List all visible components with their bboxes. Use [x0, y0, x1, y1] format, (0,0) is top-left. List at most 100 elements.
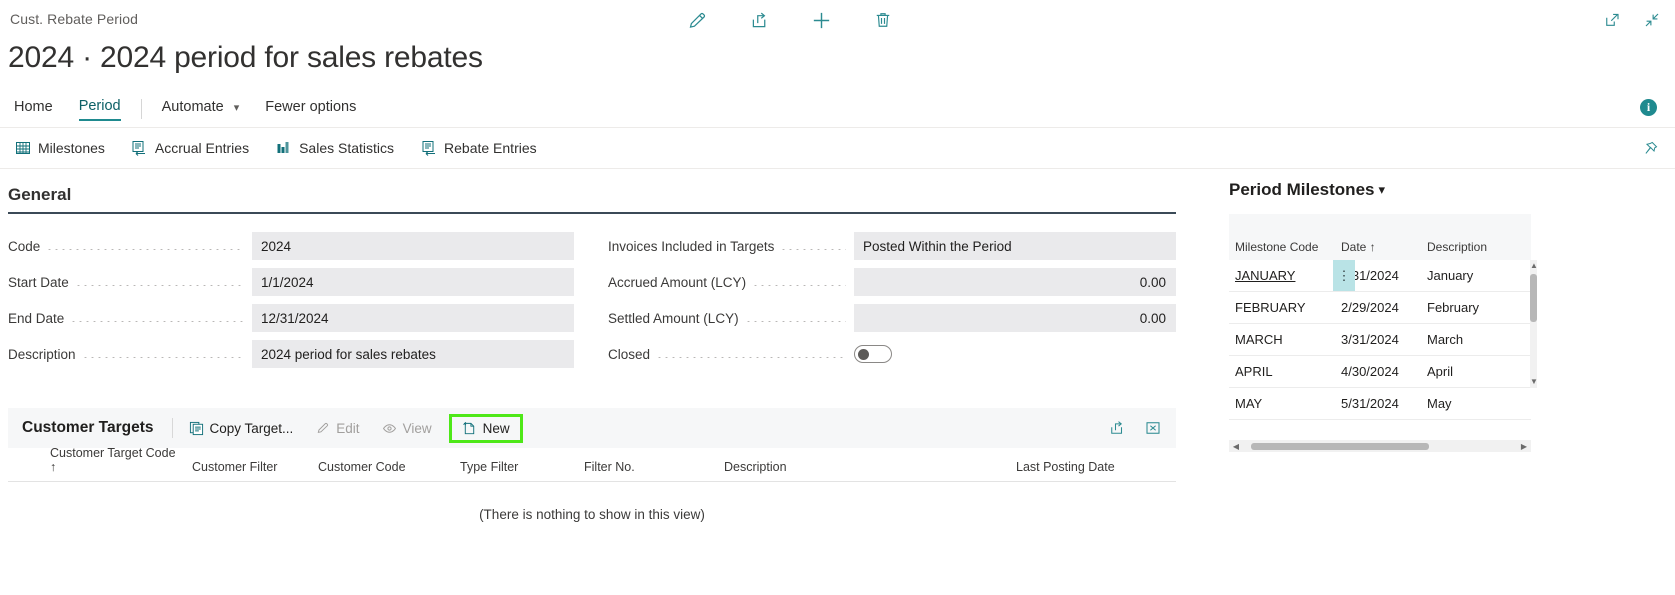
open-in-excel-icon[interactable] — [1144, 419, 1162, 442]
field-code: Code 2024 — [8, 228, 574, 264]
column-header-description[interactable]: Description — [724, 460, 1016, 474]
milestone-code-cell[interactable]: FEBRUARY — [1229, 300, 1341, 315]
record-action-icons — [680, 0, 900, 40]
field-settled-amount-value[interactable]: 0.00 — [854, 304, 1176, 332]
open-in-new-window-icon[interactable] — [1601, 9, 1623, 31]
scrollbar-thumb[interactable] — [1530, 274, 1537, 322]
field-description-value[interactable]: 2024 period for sales rebates — [252, 340, 574, 368]
field-end-date: End Date 12/31/2024 — [8, 300, 574, 336]
column-header-customer-filter[interactable]: Customer Filter — [192, 460, 318, 474]
field-invoices-included-value[interactable]: Posted Within the Period — [854, 232, 1176, 260]
ribbon-action-milestones-label: Milestones — [38, 140, 105, 156]
milestone-description-cell: May — [1427, 396, 1452, 411]
milestone-description-cell: March — [1427, 332, 1464, 347]
pin-icon[interactable] — [1642, 140, 1659, 162]
field-settled-amount: Settled Amount (LCY) 0.00 — [608, 300, 1176, 336]
field-closed-toggle-wrap — [854, 345, 1176, 363]
scroll-down-icon[interactable]: ▼ — [1530, 376, 1538, 388]
customer-targets-toolbar-right — [1108, 419, 1162, 442]
milestone-code-cell[interactable]: MAY — [1229, 396, 1341, 411]
milestone-description-cell: January — [1427, 268, 1474, 283]
ribbon-action-accrual-entries[interactable]: Accrual Entries — [131, 140, 249, 157]
scroll-up-icon[interactable]: ▲ — [1530, 260, 1538, 272]
share-icon[interactable] — [742, 3, 776, 37]
milestone-row[interactable]: JANUARY ⋮ 1/31/2024 January — [1229, 260, 1531, 292]
closed-toggle[interactable] — [854, 345, 892, 363]
collapse-icon[interactable] — [1641, 9, 1663, 31]
milestones-vertical-scrollbar[interactable]: ▲ ▼ — [1530, 260, 1538, 388]
new-button[interactable]: New — [448, 413, 523, 443]
customer-targets-section: Customer Targets Copy Target... Edit Vie… — [8, 408, 1176, 546]
field-end-date-label: End Date — [8, 310, 65, 326]
bar-chart-icon — [275, 140, 292, 157]
milestone-code-cell[interactable]: MARCH — [1229, 332, 1341, 347]
row-menu-icon[interactable]: ⋮ — [1333, 260, 1355, 291]
copy-target-label: Copy Target... — [209, 420, 294, 436]
scroll-left-icon[interactable]: ◀ — [1229, 442, 1243, 451]
view-button[interactable]: View — [382, 421, 432, 436]
tab-home[interactable]: Home — [14, 99, 53, 120]
field-start-date: Start Date 1/1/2024 — [8, 264, 574, 300]
copy-icon — [189, 421, 204, 436]
info-badge[interactable]: i — [1640, 99, 1657, 116]
toggle-knob — [858, 349, 869, 360]
dot-leader — [70, 320, 244, 322]
field-closed: Closed — [608, 336, 1176, 372]
customer-targets-empty-message: (There is nothing to show in this view) — [479, 506, 705, 522]
copy-target-button[interactable]: Copy Target... — [189, 420, 294, 436]
chevron-down-icon: ▾ — [1378, 182, 1386, 197]
column-header-type-filter[interactable]: Type Filter — [460, 460, 584, 474]
share-icon[interactable] — [1108, 419, 1126, 442]
scrollbar-thumb[interactable] — [1251, 443, 1429, 450]
milestone-row[interactable]: FEBRUARY 2/29/2024 February — [1229, 292, 1531, 324]
nav-divider — [140, 99, 142, 119]
column-header-filter-no[interactable]: Filter No. — [584, 460, 724, 474]
general-heading: General — [8, 185, 72, 204]
column-header-last-posting-date[interactable]: Last Posting Date — [1016, 460, 1142, 474]
milestones-column-description[interactable]: Description — [1427, 240, 1527, 254]
page-title: 2024 · 2024 period for sales rebates — [8, 41, 483, 74]
edit-icon[interactable] — [680, 3, 714, 37]
pencil-icon — [315, 421, 330, 436]
field-accrued-amount: Accrued Amount (LCY) 0.00 — [608, 264, 1176, 300]
breadcrumb: Cust. Rebate Period — [10, 11, 138, 27]
ribbon-action-milestones[interactable]: Milestones — [14, 140, 105, 157]
field-start-date-value[interactable]: 1/1/2024 — [252, 268, 574, 296]
scroll-right-icon[interactable]: ▶ — [1517, 442, 1531, 451]
new-icon[interactable] — [804, 3, 838, 37]
edit-button[interactable]: Edit — [315, 420, 360, 436]
new-page-icon — [462, 421, 477, 436]
fewer-options-button[interactable]: Fewer options — [265, 99, 356, 120]
milestones-column-code[interactable]: Milestone Code — [1229, 240, 1341, 254]
tab-automate-label: Automate — [161, 98, 224, 115]
milestone-row[interactable]: APRIL 4/30/2024 April — [1229, 356, 1531, 388]
milestones-column-date[interactable]: Date ↑ — [1341, 240, 1427, 254]
grid-icon — [14, 140, 31, 157]
ribbon-action-accrual-entries-label: Accrual Entries — [154, 140, 250, 156]
column-header-customer-code[interactable]: Customer Code — [318, 460, 460, 474]
field-code-value[interactable]: 2024 — [252, 232, 574, 260]
field-closed-label: Closed — [608, 346, 651, 362]
milestone-code-link[interactable]: JANUARY — [1235, 268, 1295, 283]
column-header-customer-target-code[interactable]: Customer Target Code ↑ — [8, 446, 192, 474]
general-divider — [8, 212, 1176, 214]
milestone-date-cell: 4/30/2024 — [1341, 364, 1399, 379]
milestone-code-cell[interactable]: APRIL — [1229, 364, 1341, 379]
delete-icon[interactable] — [866, 3, 900, 37]
period-milestones-title-row[interactable]: Period Milestones ▾ — [1229, 180, 1531, 200]
milestone-code-cell[interactable]: JANUARY — [1229, 268, 1341, 283]
milestones-horizontal-scrollbar[interactable]: ◀ ▶ — [1229, 440, 1531, 452]
milestone-row[interactable]: MARCH 3/31/2024 March — [1229, 324, 1531, 356]
edit-label: Edit — [336, 420, 360, 436]
ribbon-action-rebate-entries[interactable]: Rebate Entries — [420, 140, 537, 157]
field-end-date-value[interactable]: 12/31/2024 — [252, 304, 574, 332]
ribbon-action-sales-statistics[interactable]: Sales Statistics — [275, 140, 394, 157]
view-label: View — [402, 420, 432, 436]
field-accrued-amount-value[interactable]: 0.00 — [854, 268, 1176, 296]
tab-period[interactable]: Period — [78, 98, 121, 121]
customer-targets-title: Customer Targets — [22, 419, 154, 436]
tab-automate[interactable]: Automate ▾ — [162, 99, 240, 120]
dot-leader — [752, 284, 846, 286]
milestone-row[interactable]: MAY 5/31/2024 May — [1229, 388, 1531, 420]
action-ribbon: Milestones Accrual Entries Sales Statist… — [0, 127, 1675, 169]
